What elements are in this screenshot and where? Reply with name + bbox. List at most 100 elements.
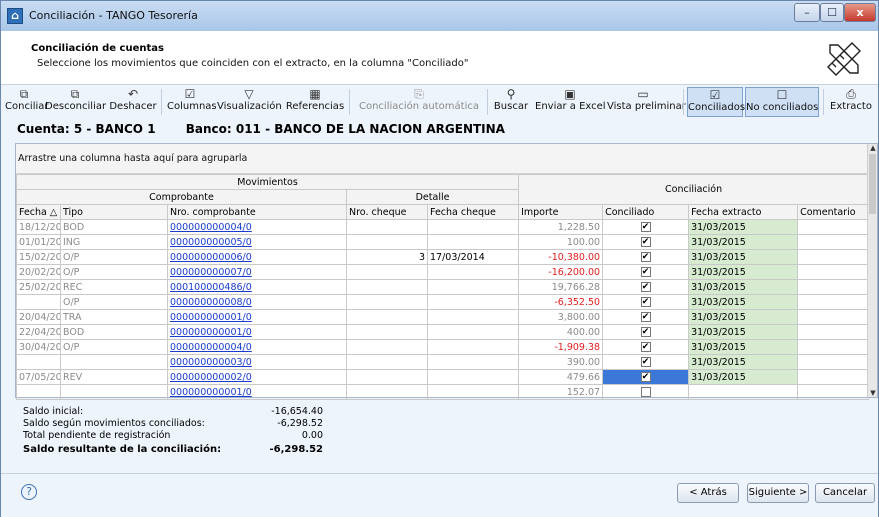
conciliado-checkbox[interactable]: ✔ — [640, 237, 651, 247]
title-bar[interactable]: ⌂ Conciliación - TANGO Tesorería – ☐ x — [1, 1, 878, 31]
cell-nro[interactable]: 000000000004/0 — [167, 339, 347, 355]
cell-nro[interactable]: 000100000486/0 — [167, 279, 347, 295]
table-row[interactable]: 000000000001/0 152.07 — [16, 384, 870, 400]
cell-nro[interactable]: 000000000005/0 — [167, 234, 347, 250]
col-header-nro-comprobante[interactable]: Nro. comprobante — [167, 204, 347, 220]
cell-nro[interactable]: 000000000003/0 — [167, 354, 347, 370]
cell-cheque — [346, 324, 428, 340]
scroll-up-arrow-icon[interactable]: ▲ — [868, 144, 878, 152]
table-row[interactable]: 20/04/20 TRA 000000000001/0 3,800.00 ✔ 31/03/… — [16, 309, 870, 325]
cell-conciliado[interactable]: ✔ — [602, 234, 690, 250]
conciliacion-automatica-button[interactable]: ⎘ Conciliación automática — [357, 87, 481, 117]
conciliado-checkbox[interactable]: ✔ — [640, 357, 651, 367]
table-row[interactable]: 22/04/20 BOD 000000000001/0 400.00 ✔ 31/03/20… — [16, 324, 870, 340]
cell-conciliado[interactable] — [602, 384, 690, 400]
help-icon[interactable]: ? — [21, 484, 37, 500]
conciliado-checkbox[interactable] — [640, 387, 651, 397]
cell-conciliado[interactable]: ✔ — [602, 264, 690, 280]
col-header-comentario[interactable]: Comentario — [797, 204, 870, 220]
cell-nro[interactable]: 000000000004/0 — [167, 219, 347, 235]
cell-comentario[interactable] — [797, 339, 870, 355]
vertical-scrollbar[interactable]: ▲ ▼ — [867, 144, 877, 397]
table-row[interactable]: 18/12/20 BOD 000000000004/0 1,228.50 ✔ 31/03/… — [16, 219, 870, 235]
cell-comentario[interactable] — [797, 279, 870, 295]
conciliado-checkbox[interactable]: ✔ — [640, 297, 651, 307]
scroll-down-arrow-icon[interactable]: ▼ — [868, 389, 878, 397]
cell-comentario[interactable] — [797, 309, 870, 325]
cell-comentario[interactable] — [797, 369, 870, 385]
cell-conciliado[interactable]: ✔ — [602, 294, 690, 310]
cell-comentario[interactable] — [797, 249, 870, 265]
cell-nro[interactable]: 000000000007/0 — [167, 264, 347, 280]
extracto-button[interactable]: ⎙ Extracto — [829, 87, 873, 117]
scroll-thumb[interactable] — [869, 154, 876, 214]
col-header-importe[interactable]: Importe — [518, 204, 604, 220]
visualizacion-button[interactable]: ▽ Visualización — [217, 87, 282, 117]
table-row[interactable]: 20/02/20 O/P 000000000007/0 -16,200.00 ✔ 31/0… — [16, 264, 870, 280]
buscar-button[interactable]: ⚲ Buscar — [493, 87, 529, 117]
table-row[interactable]: 000000000003/0 390.00 ✔ 31/03/2015 — [16, 354, 870, 370]
table-row[interactable]: 15/02/20 O/P 000000000006/0 3 17/03/2014 -10,… — [16, 249, 870, 265]
cell-nro[interactable]: 000000000001/0 — [167, 309, 347, 325]
conciliado-checkbox[interactable]: ✔ — [640, 372, 651, 382]
conciliado-checkbox[interactable]: ✔ — [640, 282, 651, 292]
cell-comentario[interactable] — [797, 234, 870, 250]
cell-conciliado[interactable]: ✔ — [602, 369, 690, 385]
cell-nro[interactable]: 000000000001/0 — [167, 324, 347, 340]
cell-nro[interactable]: 000000000002/0 — [167, 369, 347, 385]
back-button[interactable]: < Atrás — [677, 483, 739, 503]
minimize-button[interactable]: – — [794, 3, 820, 22]
cancel-button[interactable]: Cancelar — [815, 483, 875, 503]
conciliado-checkbox[interactable]: ✔ — [640, 342, 651, 352]
cell-nro[interactable]: 000000000001/0 — [167, 384, 347, 400]
cell-comentario[interactable] — [797, 324, 870, 340]
cell-fecha-cheque — [426, 219, 520, 235]
conciliar-button[interactable]: ⧉ Conciliar — [5, 87, 49, 117]
cell-nro[interactable]: 000000000008/0 — [167, 294, 347, 310]
cell-comentario[interactable] — [797, 354, 870, 370]
cell-conciliado[interactable]: ✔ — [602, 219, 690, 235]
table-row[interactable]: 30/04/20 O/P 000000000004/0 -1,909.38 ✔ 31/03… — [16, 339, 870, 355]
vista-preliminar-button[interactable]: ▭ Vista preliminar — [607, 87, 686, 117]
cell-comentario[interactable] — [797, 264, 870, 280]
table-row[interactable]: 01/01/20 ING 000000000005/0 100.00 ✔ 31/03/20… — [16, 234, 870, 250]
cell-conciliado[interactable]: ✔ — [602, 309, 690, 325]
col-header-conciliado[interactable]: Conciliado — [602, 204, 690, 220]
conciliado-checkbox[interactable]: ✔ — [640, 327, 651, 337]
col-header-fecha-extracto[interactable]: Fecha extracto — [688, 204, 799, 220]
no-conciliados-toggle[interactable]: ☐ No conciliados — [745, 87, 819, 117]
referencias-button[interactable]: ▦ Referencias — [285, 87, 345, 117]
cell-fecha-cheque — [426, 279, 520, 295]
conciliado-checkbox[interactable]: ✔ — [640, 222, 651, 232]
conciliado-checkbox[interactable]: ✔ — [640, 312, 651, 322]
close-button[interactable]: x — [844, 3, 876, 22]
cell-conciliado[interactable]: ✔ — [602, 279, 690, 295]
conciliado-checkbox[interactable]: ✔ — [640, 252, 651, 262]
conciliados-toggle[interactable]: ☑ Conciliados — [687, 87, 745, 117]
cell-conciliado[interactable]: ✔ — [602, 324, 690, 340]
cell-comentario[interactable] — [797, 384, 870, 400]
group-by-panel[interactable]: Arrastre una columna hasta aquí para agr… — [16, 144, 867, 174]
cell-conciliado[interactable]: ✔ — [602, 249, 690, 265]
col-header-tipo[interactable]: Tipo — [60, 204, 168, 220]
cell-comentario[interactable] — [797, 219, 870, 235]
cell-nro[interactable]: 000000000006/0 — [167, 249, 347, 265]
col-header-fecha[interactable]: Fecha △ — [16, 204, 61, 220]
enviar-excel-button[interactable]: ▣ Enviar a Excel — [535, 87, 606, 117]
maximize-button[interactable]: ☐ — [820, 3, 844, 22]
pendiente-value: 0.00 — [301, 430, 323, 441]
cell-conciliado[interactable]: ✔ — [602, 354, 690, 370]
table-row[interactable]: O/P 000000000008/0 -6,352.50 ✔ 31/03/2015 — [16, 294, 870, 310]
table-row[interactable]: 25/02/20 REC 000100000486/0 19,766.28 ✔ 31/03… — [16, 279, 870, 295]
col-header-fecha-cheque[interactable]: Fecha cheque — [426, 204, 520, 220]
cell-comentario[interactable] — [797, 294, 870, 310]
desconciliar-button[interactable]: ⧉ Desconciliar — [45, 87, 106, 117]
table-row[interactable]: 07/05/20 REV 000000000002/0 479.66 ✔ 31/03/20… — [16, 369, 870, 385]
cell-fecha-extracto: 31/03/2015 — [688, 264, 799, 280]
deshacer-button[interactable]: ↶ Deshacer — [109, 87, 157, 117]
next-button[interactable]: Siguiente > — [747, 483, 809, 503]
col-header-nro-cheque[interactable]: Nro. cheque — [346, 204, 428, 220]
cell-conciliado[interactable]: ✔ — [602, 339, 690, 355]
columnas-button[interactable]: ☑ Columnas — [167, 87, 217, 117]
conciliado-checkbox[interactable]: ✔ — [640, 267, 651, 277]
